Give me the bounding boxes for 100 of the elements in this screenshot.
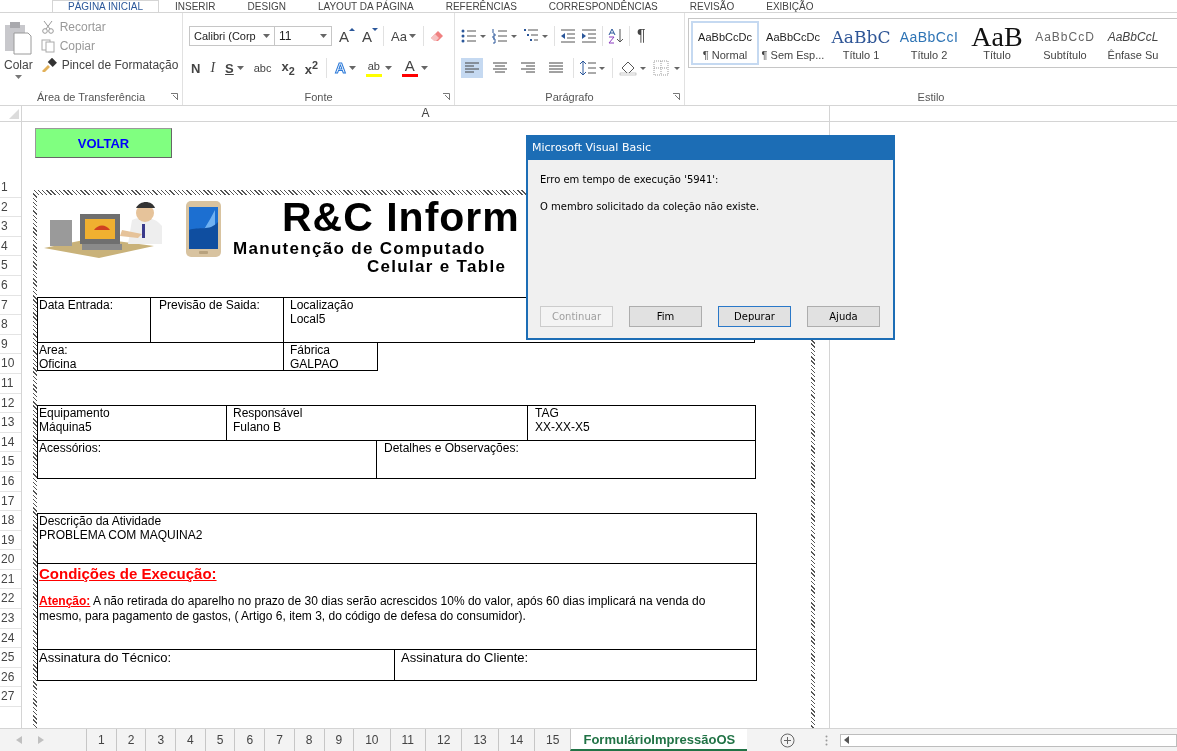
row-number[interactable]: 20 xyxy=(0,550,21,570)
row-number[interactable]: 26 xyxy=(0,667,21,688)
row-number[interactable]: 4 xyxy=(0,236,21,257)
ribbon-tab[interactable]: INSERIR xyxy=(159,0,232,12)
row-number[interactable]: 8 xyxy=(0,315,21,335)
dialog-launcher-icon[interactable] xyxy=(673,93,680,100)
row-number[interactable]: 9 xyxy=(0,334,21,355)
dialog-launcher-icon[interactable] xyxy=(443,93,450,100)
text-effect-button[interactable]: A xyxy=(399,59,430,77)
row-number[interactable]: 19 xyxy=(0,530,21,551)
sort-icon[interactable] xyxy=(608,28,624,44)
sheet-tab[interactable]: 11 xyxy=(389,729,425,751)
row-number[interactable]: 12 xyxy=(0,393,21,414)
sheet-tab[interactable]: 3 xyxy=(145,729,176,751)
row-number[interactable]: 2 xyxy=(0,197,21,218)
paste-button[interactable]: Colar xyxy=(2,19,35,89)
row-number[interactable]: 25 xyxy=(0,648,21,668)
align-button[interactable] xyxy=(461,58,483,78)
style-item[interactable]: AaB Título xyxy=(963,21,1031,65)
dialog-launcher-icon[interactable] xyxy=(171,93,178,100)
row-number[interactable]: 18 xyxy=(0,511,21,531)
font-name-field[interactable]: Calibri (Corp xyxy=(189,26,275,46)
sheet-tab[interactable]: 13 xyxy=(461,729,498,751)
clipboard-action[interactable]: Pincel de Formatação xyxy=(40,58,179,72)
field-label: Area: xyxy=(39,343,68,357)
back-button[interactable]: VOLTAR xyxy=(35,128,172,158)
dialog-button[interactable]: Ajuda xyxy=(807,306,880,327)
row-number[interactable]: 11 xyxy=(0,373,21,394)
row-number[interactable]: 3 xyxy=(0,217,21,237)
shrink-font-button[interactable]: A xyxy=(360,27,379,45)
sheet-tab[interactable]: 10 xyxy=(353,729,390,751)
format-button[interactable]: S xyxy=(223,60,246,76)
horizontal-scrollbar[interactable] xyxy=(840,733,1177,747)
row-number[interactable]: 16 xyxy=(0,471,21,492)
ribbon-tab[interactable]: CORRESPONDÊNCIAS xyxy=(532,0,674,12)
sheet-tab[interactable]: 2 xyxy=(115,729,146,751)
row-number[interactable]: 6 xyxy=(0,275,21,296)
sheet-tab[interactable]: 7 xyxy=(264,729,294,751)
error-message: Erro em tempo de execução '5941': xyxy=(540,174,720,185)
sheet-tab[interactable]: FormulárioImpressãoOS xyxy=(570,729,748,751)
change-case-button[interactable]: Aa xyxy=(389,28,418,44)
row-number[interactable]: 21 xyxy=(0,569,21,590)
sheet-tab[interactable]: 12 xyxy=(425,729,462,751)
ribbon-tab[interactable]: PÁGINA INICIAL xyxy=(52,0,160,12)
ribbon-tab[interactable]: REFERÊNCIAS xyxy=(429,0,533,12)
ribbon-tab[interactable]: DESIGN xyxy=(231,0,302,12)
line-spacing-icon[interactable] xyxy=(580,60,606,76)
row-number[interactable]: 7 xyxy=(0,295,21,316)
field-value: GALPAO xyxy=(290,357,339,371)
row-number[interactable]: 15 xyxy=(0,452,21,472)
numbering-icon[interactable] xyxy=(492,28,518,44)
row-number[interactable]: 1 xyxy=(0,178,21,198)
field-value: XX-XX-X5 xyxy=(535,420,590,434)
sheet-tab[interactable]: 1 xyxy=(86,729,116,751)
sheet-tab[interactable]: 8 xyxy=(293,729,324,751)
shading-icon[interactable] xyxy=(619,60,647,76)
sheet-tab[interactable]: 5 xyxy=(204,729,235,751)
dialog-button[interactable]: Fim xyxy=(629,306,702,327)
multilevel-list-icon[interactable] xyxy=(523,28,549,44)
increase-indent-icon[interactable] xyxy=(581,29,597,43)
row-number[interactable]: 23 xyxy=(0,609,21,629)
format-button[interactable]: x$^{2}$ xyxy=(302,58,320,78)
row-number[interactable]: 5 xyxy=(0,256,21,276)
font-size-field[interactable]: 11 xyxy=(274,26,332,46)
ribbon-tab[interactable]: EXIBIÇÃO xyxy=(750,0,830,12)
style-item[interactable]: AaBbCcDc ¶ Sem Esp... xyxy=(759,21,827,65)
format-button[interactable]: N xyxy=(189,60,203,76)
sheet-tab[interactable]: 14 xyxy=(497,729,535,751)
text-effect-button[interactable]: ab xyxy=(363,59,394,77)
style-item[interactable]: AaBbC Título 1 xyxy=(827,21,895,65)
bullets-icon[interactable] xyxy=(461,28,487,44)
sheet-tab[interactable]: 9 xyxy=(323,729,354,751)
format-button[interactable]: I xyxy=(208,60,218,76)
caret-icon xyxy=(408,34,416,38)
ribbon-tab[interactable]: REVISÃO xyxy=(673,0,751,12)
row-number[interactable]: 14 xyxy=(0,432,21,453)
sheet-tab[interactable]: 6 xyxy=(234,729,265,751)
show-marks-button[interactable]: ¶ xyxy=(635,27,648,45)
format-button[interactable]: abc xyxy=(251,62,274,74)
style-item[interactable]: AaBbCcD Subtítulo xyxy=(1031,21,1099,65)
decrease-indent-icon[interactable] xyxy=(560,29,576,43)
ribbon-tab[interactable]: LAYOUT DA PÁGINA xyxy=(301,0,430,12)
add-sheet-icon[interactable] xyxy=(780,732,796,748)
style-item[interactable]: AaBbCcDc ¶ Normal xyxy=(691,21,759,65)
style-item[interactable]: AaBbCcL Ênfase Su xyxy=(1099,21,1167,65)
row-number[interactable]: 27 xyxy=(0,687,21,708)
scroll-left-icon[interactable] xyxy=(844,736,850,744)
column-header[interactable]: A xyxy=(22,106,830,121)
row-number[interactable]: 24 xyxy=(0,628,21,649)
splitter-handle-icon[interactable] xyxy=(825,734,829,746)
clipboard-icon xyxy=(4,21,33,55)
sheet-tab[interactable]: 4 xyxy=(175,729,205,751)
row-number[interactable]: 22 xyxy=(0,589,21,610)
style-item[interactable]: AaBbCcI Título 2 xyxy=(895,21,963,65)
dialog-button[interactable]: Depurar xyxy=(718,306,791,327)
row-number[interactable]: 13 xyxy=(0,413,21,433)
grow-font-button[interactable]: A xyxy=(337,27,355,45)
format-button[interactable]: x$_{2}$ xyxy=(279,59,297,77)
row-number[interactable]: 10 xyxy=(0,354,21,374)
row-number[interactable]: 17 xyxy=(0,491,21,512)
